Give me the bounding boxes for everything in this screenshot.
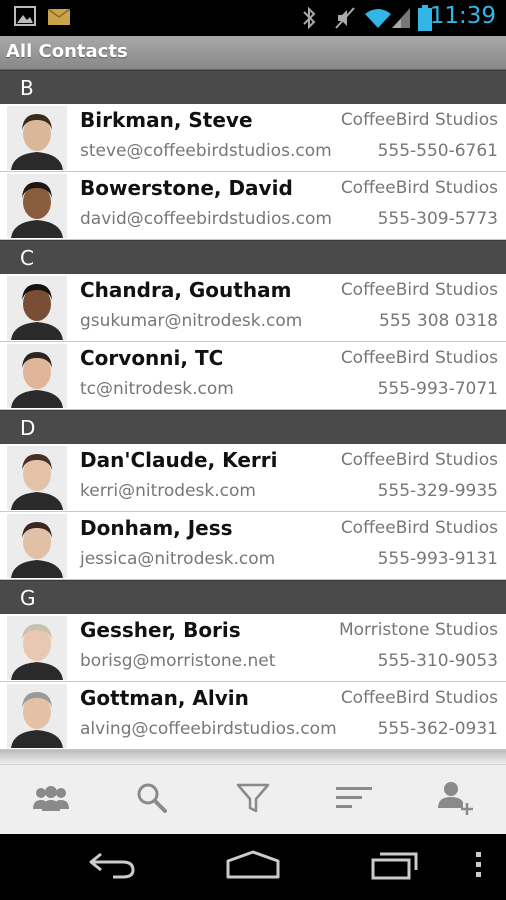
contact-name: Chandra, Goutham [80, 278, 292, 302]
contact-row[interactable]: Birkman, Steve steve@coffeebirdstudios.co… [0, 104, 506, 172]
bluetooth-icon [302, 6, 316, 34]
menu-icon [476, 852, 482, 882]
contact-name: Bowerstone, David [80, 176, 293, 200]
contact-phone: 555-329-9935 [377, 481, 498, 501]
contact-photo [7, 616, 67, 680]
contact-photo [7, 684, 67, 748]
contact-list[interactable]: B Birkman, Steve steve@coffeebirdstudios.c… [0, 70, 506, 750]
contact-row[interactable]: Corvonni, TC tc@nitrodesk.com CoffeeBird S… [0, 342, 506, 410]
contact-phone: 555-310-9053 [377, 651, 498, 671]
contact-phone: 555-993-7071 [377, 379, 498, 399]
contact-name: Gottman, Alvin [80, 686, 249, 710]
contact-email: gsukumar@nitrodesk.com [80, 311, 303, 331]
contact-row[interactable]: Bowerstone, David david@coffeebirdstudios… [0, 172, 506, 240]
contact-photo [7, 106, 67, 170]
contact-email: borisg@morristone.net [80, 651, 276, 671]
contact-name: Gessher, Boris [80, 618, 241, 642]
contact-row[interactable]: Gessher, Boris borisg@morristone.net Morri… [0, 614, 506, 682]
page-title: All Contacts [6, 41, 128, 62]
contacts-group-button[interactable] [0, 765, 101, 835]
recent-apps-icon [370, 850, 420, 884]
contact-row[interactable]: Dan'Claude, Kerri kerri@nitrodesk.com Coff… [0, 444, 506, 512]
add-contact-button[interactable] [404, 765, 505, 835]
status-bar: 11:39 [0, 0, 506, 36]
sort-icon [335, 784, 373, 816]
contact-phone: 555-993-9131 [377, 549, 498, 569]
contact-email: tc@nitrodesk.com [80, 379, 234, 399]
contact-photo [7, 276, 67, 340]
sort-button[interactable] [303, 765, 404, 835]
search-icon [135, 781, 169, 819]
wifi-icon [364, 6, 392, 34]
mute-icon [334, 6, 356, 34]
section-header: C [0, 240, 506, 274]
contact-phone: 555 308 0318 [379, 311, 498, 331]
filter-button[interactable] [202, 765, 303, 835]
filter-icon [236, 782, 270, 818]
contact-email: alving@coffeebirdstudios.com [80, 719, 337, 739]
contact-company: CoffeeBird Studios [340, 348, 498, 368]
add-contact-icon [436, 780, 474, 820]
home-button[interactable] [222, 844, 284, 890]
contact-phone: 555-550-6761 [377, 141, 498, 161]
contact-company: CoffeeBird Studios [340, 178, 498, 198]
contact-name: Corvonni, TC [80, 346, 224, 370]
section-header: G [0, 580, 506, 614]
back-button[interactable] [82, 844, 142, 890]
section-header: B [0, 70, 506, 104]
image-icon [14, 6, 36, 30]
contact-email: jessica@nitrodesk.com [80, 549, 276, 569]
contact-company: CoffeeBird Studios [340, 688, 498, 708]
contact-row[interactable]: Gottman, Alvin alving@coffeebirdstudios.c… [0, 682, 506, 750]
contact-phone: 555-362-0931 [377, 719, 498, 739]
back-icon [87, 850, 137, 884]
contact-company: CoffeeBird Studios [340, 450, 498, 470]
system-nav-bar [0, 834, 506, 900]
bottom-toolbar [0, 764, 506, 834]
clock: 11:39 [429, 3, 496, 29]
contact-photo [7, 446, 67, 510]
contact-company: CoffeeBird Studios [340, 518, 498, 538]
search-button[interactable] [101, 765, 202, 835]
contact-row[interactable]: Chandra, Goutham gsukumar@nitrodesk.com Co… [0, 274, 506, 342]
home-icon [225, 850, 281, 884]
signal-icon [390, 6, 412, 34]
contact-name: Birkman, Steve [80, 108, 253, 132]
list-scroll-edge [0, 750, 506, 764]
contact-photo [7, 174, 67, 238]
contact-company: CoffeeBird Studios [340, 280, 498, 300]
contact-name: Donham, Jess [80, 516, 233, 540]
recent-apps-button[interactable] [366, 844, 424, 890]
contact-email: kerri@nitrodesk.com [80, 481, 256, 501]
contacts-group-icon [31, 783, 71, 817]
contact-phone: 555-309-5773 [377, 209, 498, 229]
title-bar: All Contacts [0, 36, 506, 70]
contact-company: CoffeeBird Studios [340, 110, 498, 130]
section-header: D [0, 410, 506, 444]
contact-photo [7, 344, 67, 408]
contact-email: steve@coffeebirdstudios.com [80, 141, 332, 161]
contact-company: Morristone Studios [338, 620, 498, 640]
overflow-menu-button[interactable] [468, 844, 490, 890]
contact-name: Dan'Claude, Kerri [80, 448, 278, 472]
contact-email: david@coffeebirdstudios.com [80, 209, 332, 229]
contact-row[interactable]: Donham, Jess jessica@nitrodesk.com CoffeeB… [0, 512, 506, 580]
contact-photo [7, 514, 67, 578]
mail-icon [47, 8, 71, 29]
